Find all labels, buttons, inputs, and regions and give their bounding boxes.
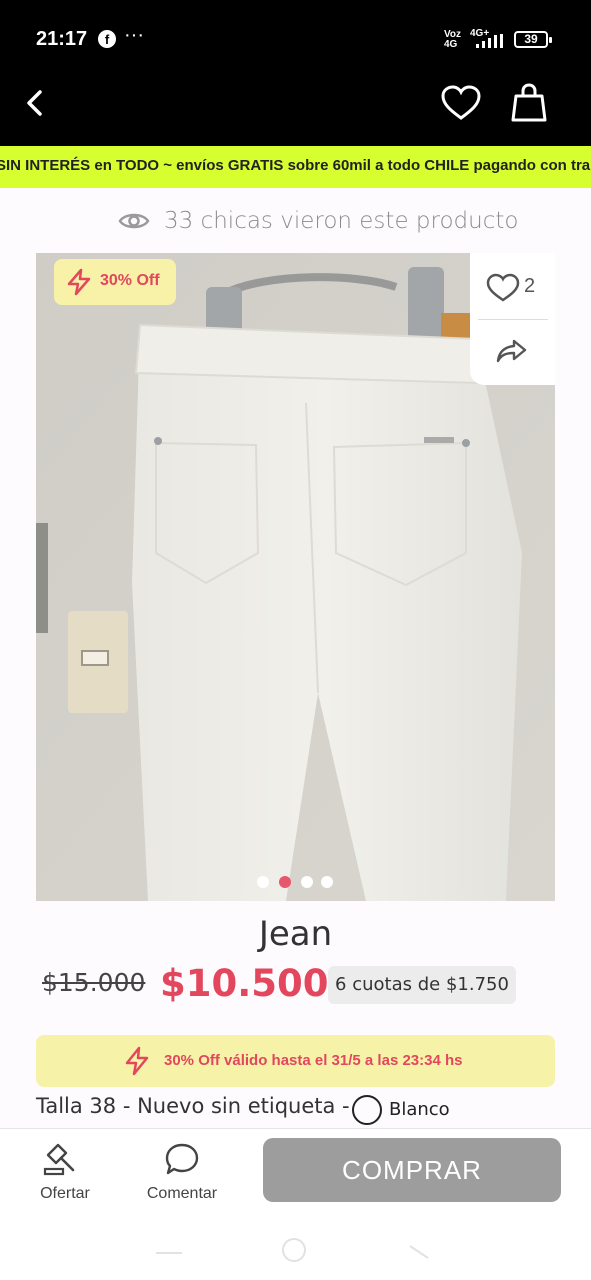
pager-dot-active[interactable]	[279, 876, 291, 888]
image-pager	[257, 876, 337, 888]
top-bar: 21:17 f ··· Voz 4G 4G+ 39	[0, 0, 591, 146]
lightning-icon	[67, 268, 91, 296]
promo-banner: SIN INTERÉS en TODO ~ envíos GRATIS sobr…	[0, 146, 591, 188]
comment-label: Comentar	[146, 1185, 218, 1202]
pager-dot[interactable]	[321, 876, 333, 888]
offer-banner: 30% Off válido hasta el 31/5 a las 23:34…	[36, 1035, 555, 1087]
divider	[478, 319, 548, 320]
facebook-icon: f	[98, 30, 116, 48]
shopping-bag-icon[interactable]	[510, 82, 548, 124]
offer-button[interactable]: Ofertar	[30, 1137, 100, 1203]
bottom-action-bar: Ofertar Comentar COMPRAR	[0, 1128, 591, 1214]
viewers-row: 33 chicas vieron este producto	[0, 204, 591, 240]
buy-button[interactable]: COMPRAR	[263, 1138, 561, 1202]
installments-badge[interactable]: 6 cuotas de $1.750	[328, 966, 516, 1004]
gavel-icon	[43, 1143, 75, 1176]
back-icon[interactable]	[20, 86, 50, 120]
network-label-bottom: 4G	[444, 39, 458, 50]
status-time: 21:17	[36, 28, 88, 50]
offer-banner-text: 30% Off válido hasta el 31/5 a las 23:34…	[164, 1052, 463, 1069]
eye-icon	[118, 213, 150, 229]
viewers-text: 33 chicas vieron este producto	[164, 208, 519, 234]
offer-label: Ofertar	[40, 1185, 90, 1202]
photo-side-actions: 2	[470, 253, 555, 385]
share-icon[interactable]	[496, 337, 528, 365]
more-notifications-icon: ···	[124, 24, 144, 46]
color-swatch	[352, 1095, 382, 1125]
signal-icon	[476, 34, 503, 48]
pager-dot[interactable]	[301, 876, 313, 888]
old-price: $15.000	[42, 968, 146, 997]
current-price: $10.500	[160, 962, 329, 1005]
product-title: Jean	[258, 914, 333, 954]
product-details: Talla 38 - Nuevo sin etiqueta -	[36, 1094, 350, 1118]
like-count: 2	[524, 275, 536, 297]
comment-button[interactable]: Comentar	[140, 1137, 224, 1203]
product-screen: 21:17 f ··· Voz 4G 4G+ 39 SIN INTERÉS en …	[0, 0, 591, 1280]
discount-badge: 30% Off	[54, 259, 176, 305]
recent-apps-icon[interactable]	[156, 1252, 182, 1254]
home-icon[interactable]	[282, 1238, 306, 1262]
heart-icon[interactable]	[440, 84, 482, 122]
promo-banner-text: SIN INTERÉS en TODO ~ envíos GRATIS sobr…	[0, 157, 591, 174]
speech-bubble-icon	[165, 1143, 199, 1175]
pager-dot[interactable]	[257, 876, 269, 888]
discount-badge-label: 30% Off	[100, 272, 160, 289]
system-navigation-bar	[0, 1214, 591, 1280]
network-label: Voz 4G	[444, 30, 461, 50]
battery-indicator: 39	[514, 31, 552, 48]
lightning-icon	[125, 1046, 149, 1076]
color-label: Blanco	[389, 1099, 450, 1120]
system-back-icon[interactable]	[408, 1244, 430, 1260]
heart-outline-icon[interactable]	[486, 273, 520, 303]
